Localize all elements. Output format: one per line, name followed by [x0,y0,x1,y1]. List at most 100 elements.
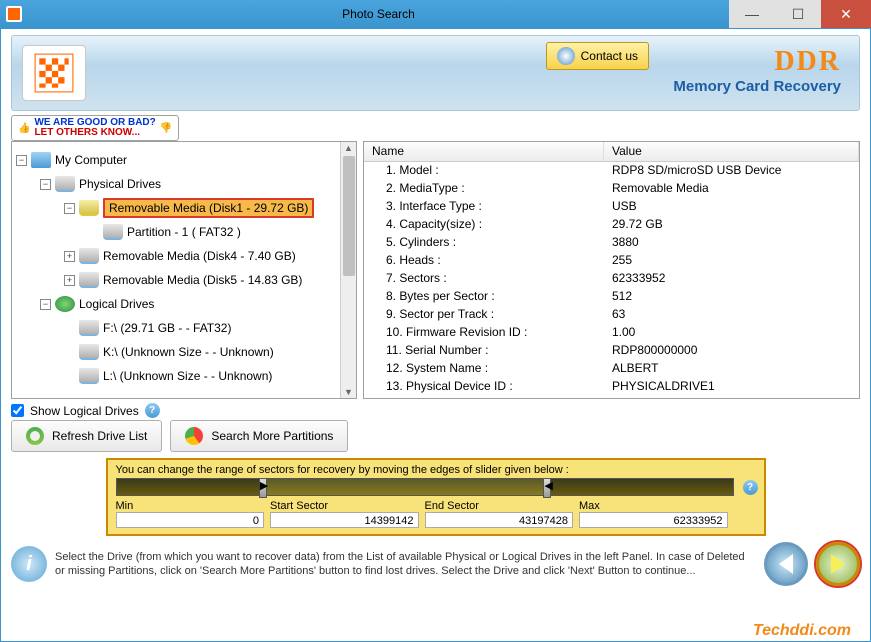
contact-us-button[interactable]: Contact us [546,42,649,70]
feedback-strip: 👍 WE ARE GOOD OR BAD? LET OTHERS KNOW...… [11,117,860,139]
arrow-right-icon [831,554,845,574]
detail-row[interactable]: 11. Serial Number :RDP800000000 [364,342,859,360]
slider-hint: You can change the range of sectors for … [116,464,756,476]
detail-value: ALBERT [604,360,859,378]
refresh-icon [26,427,44,445]
toggle-icon[interactable]: − [64,203,75,214]
minimize-button[interactable]: — [729,0,775,28]
detail-value: 62333952 [604,270,859,288]
col-name[interactable]: Name [364,142,604,161]
detail-row[interactable]: 1. Model :RDP8 SD/microSD USB Device [364,162,859,180]
show-logical-checkbox[interactable] [11,404,24,417]
sector-slider-box: You can change the range of sectors for … [106,458,766,536]
tree-node[interactable]: K:\ (Unknown Size - - Unknown) [16,340,336,364]
detail-key: 4. Capacity(size) : [364,216,604,234]
arrow-left-icon [779,554,793,574]
window-title: Photo Search [28,7,729,21]
scroll-up-icon[interactable]: ▲ [344,143,353,153]
detail-row[interactable]: 7. Sectors :62333952 [364,270,859,288]
detail-row[interactable]: 3. Interface Type :USB [364,198,859,216]
max-value: 62333952 [579,512,728,528]
search-more-button[interactable]: Search More Partitions [170,420,348,452]
col-value[interactable]: Value [604,142,859,161]
tree-node[interactable]: −Removable Media (Disk1 - 29.72 GB) [16,196,336,220]
detail-value: PHYSICALDRIVE1 [604,378,859,396]
header-banner: Contact us DDR Memory Card Recovery [11,35,860,111]
tree-label: Physical Drives [79,177,161,191]
contact-icon [557,47,575,65]
detail-value: RDP8 SD/microSD USB Device [604,162,859,180]
detail-key: 11. Serial Number : [364,342,604,360]
toggle-icon[interactable]: + [64,251,75,262]
detail-value: RDP800000000 [604,342,859,360]
detail-key: 9. Sector per Track : [364,306,604,324]
globe-icon [55,296,75,312]
drive-tree[interactable]: −My Computer−Physical Drives−Removable M… [12,142,340,398]
tree-node[interactable]: +Removable Media (Disk5 - 14.83 GB) [16,268,336,292]
end-value: 43197428 [425,512,574,528]
tree-node[interactable]: +Removable Media (Disk4 - 7.40 GB) [16,244,336,268]
tree-label: F:\ (29.71 GB - - FAT32) [103,321,231,335]
slider-handle-end[interactable]: ◀ [543,478,551,498]
feedback-line2: LET OTHERS KNOW... [34,127,140,138]
close-button[interactable]: ✕ [821,0,871,28]
help-icon[interactable]: ? [145,403,160,418]
feedback-button[interactable]: 👍 WE ARE GOOD OR BAD? LET OTHERS KNOW...… [11,115,179,141]
detail-key: 1. Model : [364,162,604,180]
brand-subtitle: Memory Card Recovery [673,78,841,95]
drive-icon [79,272,99,288]
toggle-icon[interactable]: − [40,179,51,190]
scroll-thumb[interactable] [343,156,355,276]
back-button[interactable] [764,542,808,586]
tree-scrollbar[interactable]: ▲ ▼ [340,142,356,398]
details-panel: Name Value 1. Model :RDP8 SD/microSD USB… [363,141,860,399]
min-value: 0 [116,512,265,528]
detail-key: 7. Sectors : [364,270,604,288]
detail-row[interactable]: 2. MediaType :Removable Media [364,180,859,198]
refresh-label: Refresh Drive List [52,429,147,443]
drive-icon [79,368,99,384]
detail-row[interactable]: 9. Sector per Track :63 [364,306,859,324]
slider-track[interactable]: ▶ ◀ [116,478,734,496]
tree-node[interactable]: −Logical Drives [16,292,336,316]
toggle-icon[interactable]: + [64,275,75,286]
computer-icon [31,152,51,168]
details-body: 1. Model :RDP8 SD/microSD USB Device2. M… [364,162,859,398]
detail-row[interactable]: 12. System Name :ALBERT [364,360,859,378]
main-content: −My Computer−Physical Drives−Removable M… [1,141,870,542]
pie-chart-icon [185,427,203,445]
detail-row[interactable]: 10. Firmware Revision ID :1.00 [364,324,859,342]
detail-key: 6. Heads : [364,252,604,270]
slider-help-icon[interactable]: ? [743,480,758,495]
drive-icon [103,224,123,240]
tree-node[interactable]: Partition - 1 ( FAT32 ) [16,220,336,244]
slider-handle-start[interactable]: ▶ [259,478,267,498]
toggle-icon[interactable]: − [16,155,27,166]
detail-row[interactable]: 4. Capacity(size) :29.72 GB [364,216,859,234]
tree-label: L:\ (Unknown Size - - Unknown) [103,369,272,383]
detail-row[interactable]: 5. Cylinders :3880 [364,234,859,252]
scroll-down-icon[interactable]: ▼ [344,387,353,397]
detail-row[interactable]: 13. Physical Device ID :PHYSICALDRIVE1 [364,378,859,396]
tree-node[interactable]: L:\ (Unknown Size - - Unknown) [16,364,336,388]
detail-row[interactable]: 6. Heads :255 [364,252,859,270]
refresh-button[interactable]: Refresh Drive List [11,420,162,452]
detail-key: 5. Cylinders : [364,234,604,252]
detail-key: 13. Physical Device ID : [364,378,604,396]
options-row: Show Logical Drives ? [11,403,860,418]
brand-block: DDR Memory Card Recovery [673,46,841,95]
logo-icon [22,45,86,101]
action-buttons: Refresh Drive List Search More Partition… [11,420,860,452]
max-label: Max [579,500,734,512]
tree-node[interactable]: F:\ (29.71 GB - - FAT32) [16,316,336,340]
detail-row[interactable]: 8. Bytes per Sector :512 [364,288,859,306]
detail-key: 3. Interface Type : [364,198,604,216]
maximize-button[interactable]: ☐ [775,0,821,28]
drive-icon [55,176,75,192]
show-logical-label: Show Logical Drives [30,404,139,418]
tree-node[interactable]: −My Computer [16,148,336,172]
toggle-icon[interactable]: − [40,299,51,310]
next-button[interactable] [816,542,860,586]
detail-key: 8. Bytes per Sector : [364,288,604,306]
tree-node[interactable]: − Physical Drives [16,172,336,196]
